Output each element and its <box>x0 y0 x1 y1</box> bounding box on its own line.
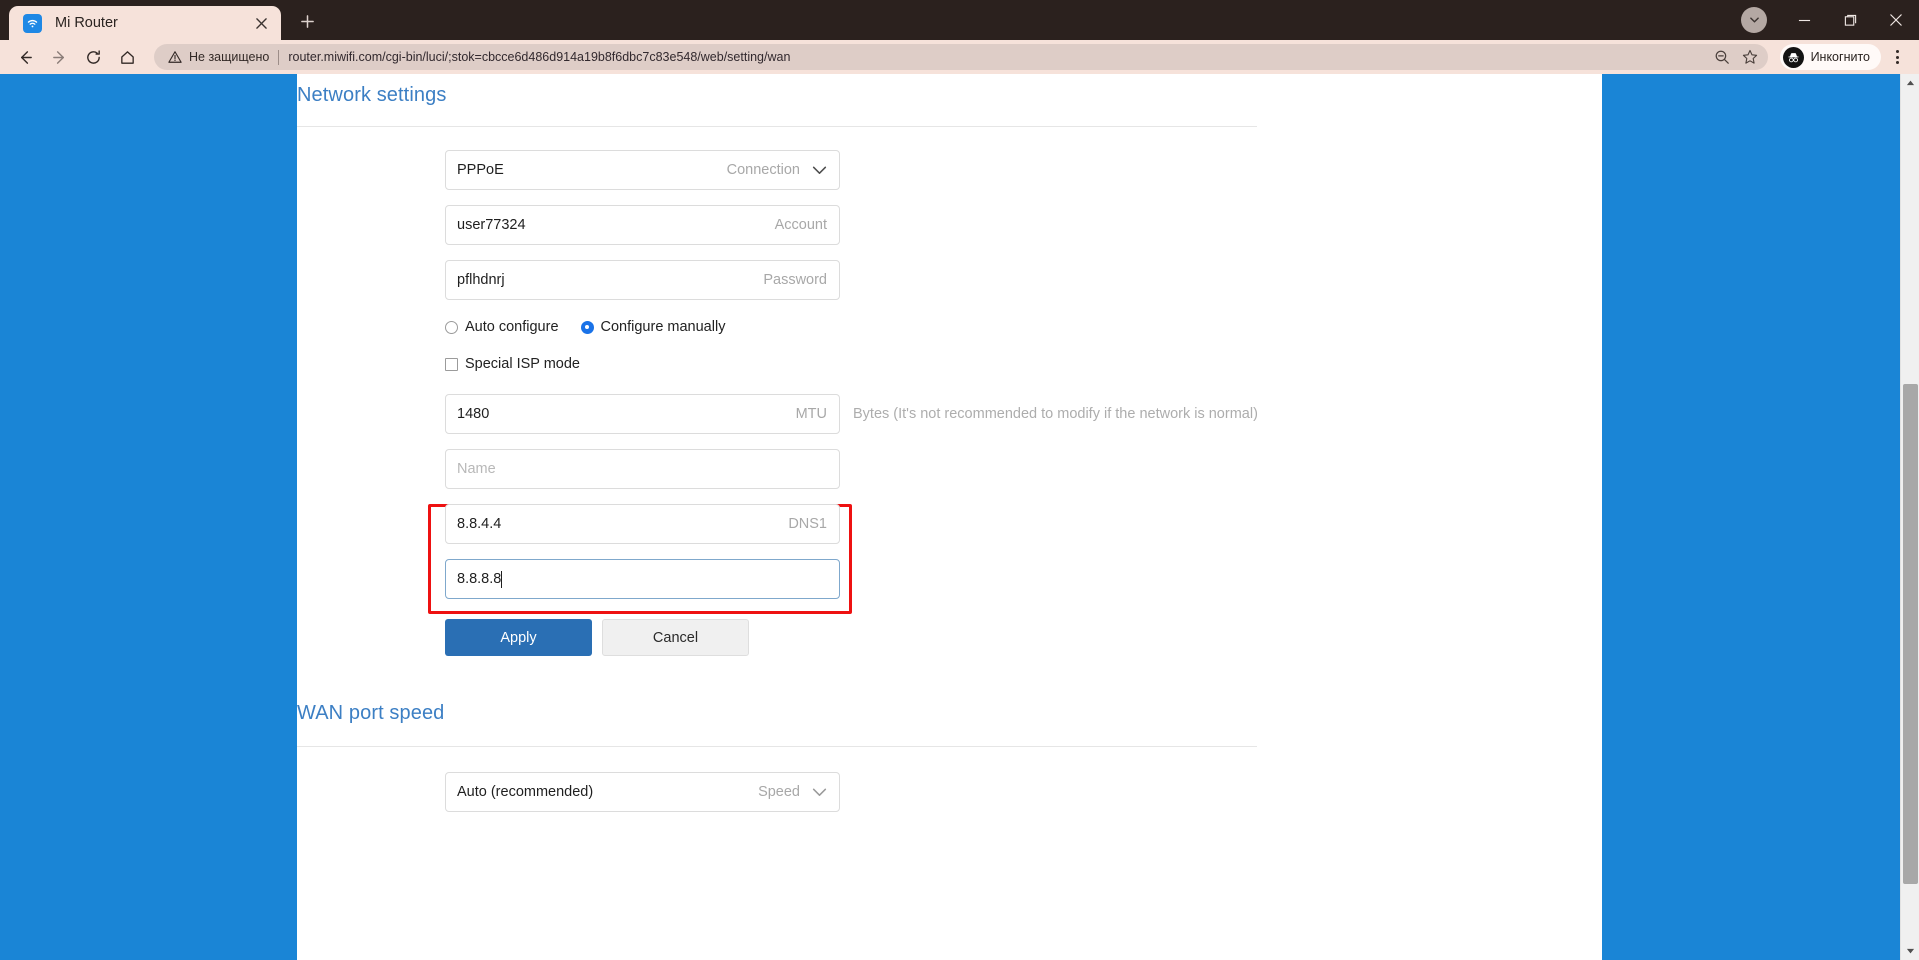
close-icon[interactable] <box>249 11 273 35</box>
radio-indicator <box>445 320 458 334</box>
dns1-value: 8.8.4.4 <box>457 516 502 532</box>
new-tab-button[interactable] <box>290 4 324 38</box>
wifi-icon <box>23 13 42 33</box>
password-row: pflhdnrj Password <box>445 260 1545 300</box>
incognito-indicator[interactable]: Инкогнито <box>1779 44 1881 70</box>
mtu-row: 1480 MTU Bytes (It's not recommended to … <box>445 394 1545 434</box>
password-label: Password <box>763 272 827 288</box>
three-dots-icon[interactable] <box>1883 42 1911 72</box>
window-close-icon[interactable] <box>1873 0 1919 40</box>
cancel-button[interactable]: Cancel <box>602 619 749 656</box>
omnibox-actions <box>1708 44 1764 70</box>
dns2-row: 8.8.8.8 <box>445 559 1545 599</box>
maximize-icon[interactable] <box>1827 0 1873 40</box>
name-row: Name <box>445 449 1545 489</box>
radio-auto-configure[interactable]: Auto configure <box>445 319 559 335</box>
radio-configure-manually[interactable]: Configure manually <box>580 319 726 335</box>
window-controls <box>1741 0 1919 40</box>
page-scrollbar[interactable] <box>1900 74 1919 960</box>
wan-port-speed-title: WAN port speed <box>297 702 445 724</box>
account-label: Account <box>774 217 827 233</box>
section-divider <box>297 126 1257 127</box>
radio-indicator <box>580 320 594 334</box>
dns1-field[interactable]: 8.8.4.4 DNS1 <box>445 504 840 544</box>
omnibox-divider <box>278 49 280 65</box>
tab-strip: Mi Router <box>0 0 1919 40</box>
section-divider <box>297 746 1257 747</box>
page-background-left <box>0 74 297 960</box>
scrollbar-thumb[interactable] <box>1903 384 1918 884</box>
arrow-right-icon[interactable] <box>44 42 74 72</box>
incognito-label: Инкогнито <box>1810 50 1870 64</box>
page-viewport: Network settings PPPoE Connection user77… <box>0 74 1919 960</box>
mtu-label: MTU <box>795 406 827 422</box>
text-cursor <box>501 570 503 588</box>
browser-tab-mi-router[interactable]: Mi Router <box>9 6 281 40</box>
special-isp-mode-label: Special ISP mode <box>465 356 580 372</box>
reload-icon[interactable] <box>78 42 108 72</box>
password-value: pflhdnrj <box>457 272 505 288</box>
account-value: user77324 <box>457 217 526 233</box>
star-icon[interactable] <box>1736 44 1764 70</box>
mtu-field[interactable]: 1480 MTU <box>445 394 840 434</box>
page-background-right <box>1602 74 1900 960</box>
wan-speed-label: Speed <box>758 784 800 800</box>
browser-window: Mi Router Не защищено router.miwifi.com/… <box>0 0 1919 960</box>
home-icon[interactable] <box>112 42 142 72</box>
chevron-down-circle-icon[interactable] <box>1741 7 1767 33</box>
mtu-value: 1480 <box>457 406 490 422</box>
special-isp-mode-checkbox[interactable]: Special ISP mode <box>445 356 580 372</box>
wan-speed-select[interactable]: Auto (recommended) Speed <box>445 772 840 812</box>
connection-type-select[interactable]: PPPoE Connection <box>445 150 840 190</box>
dns2-value: 8.8.8.8 <box>457 571 502 587</box>
wan-settings-form: PPPoE Connection user77324 Account pflhd… <box>428 150 1545 656</box>
mtu-hint: Bytes (It's not recommended to modify if… <box>853 406 1258 422</box>
wan-speed-value: Auto (recommended) <box>457 784 594 800</box>
warning-triangle-icon[interactable] <box>168 50 182 64</box>
minimize-icon[interactable] <box>1781 0 1827 40</box>
radio-configure-manually-label: Configure manually <box>600 319 726 335</box>
connection-type-row: PPPoE Connection <box>445 150 1545 190</box>
configure-mode-radio-group: Auto configure Configure manually <box>445 315 1545 339</box>
security-status-label: Не защищено <box>189 50 270 64</box>
radio-auto-configure-label: Auto configure <box>465 319 559 335</box>
arrow-left-icon[interactable] <box>10 42 40 72</box>
triangle-down-icon[interactable] <box>1901 942 1919 960</box>
tab-title: Mi Router <box>55 15 118 31</box>
network-settings-title: Network settings <box>297 84 447 106</box>
name-field[interactable]: Name <box>445 449 840 489</box>
account-row: user77324 Account <box>445 205 1545 245</box>
account-field[interactable]: user77324 Account <box>445 205 840 245</box>
dns1-label: DNS1 <box>788 516 827 532</box>
form-actions: Apply Cancel <box>445 619 1545 656</box>
zoom-out-icon[interactable] <box>1708 44 1736 70</box>
address-bar[interactable]: Не защищено router.miwifi.com/cgi-bin/lu… <box>154 44 1768 70</box>
dns2-field[interactable]: 8.8.8.8 <box>445 559 840 599</box>
apply-button[interactable]: Apply <box>445 619 592 656</box>
connection-type-label: Connection <box>726 162 800 178</box>
router-settings-page: Network settings PPPoE Connection user77… <box>297 74 1602 960</box>
password-field[interactable]: pflhdnrj Password <box>445 260 840 300</box>
name-placeholder: Name <box>457 461 496 477</box>
chevron-down-icon[interactable] <box>812 788 839 797</box>
checkbox-indicator <box>445 357 458 371</box>
special-isp-mode-row: Special ISP mode <box>445 352 1545 376</box>
url-text: router.miwifi.com/cgi-bin/luci/;stok=cbc… <box>288 50 791 64</box>
dns1-row: 8.8.4.4 DNS1 <box>445 504 1545 544</box>
browser-toolbar: Не защищено router.miwifi.com/cgi-bin/lu… <box>0 40 1919 74</box>
incognito-icon <box>1782 46 1804 68</box>
triangle-up-icon[interactable] <box>1901 74 1919 92</box>
dns-fields-group: 8.8.4.4 DNS1 8.8.8.8 <box>428 504 1545 614</box>
connection-type-value: PPPoE <box>457 162 504 178</box>
chevron-down-icon[interactable] <box>812 166 839 175</box>
